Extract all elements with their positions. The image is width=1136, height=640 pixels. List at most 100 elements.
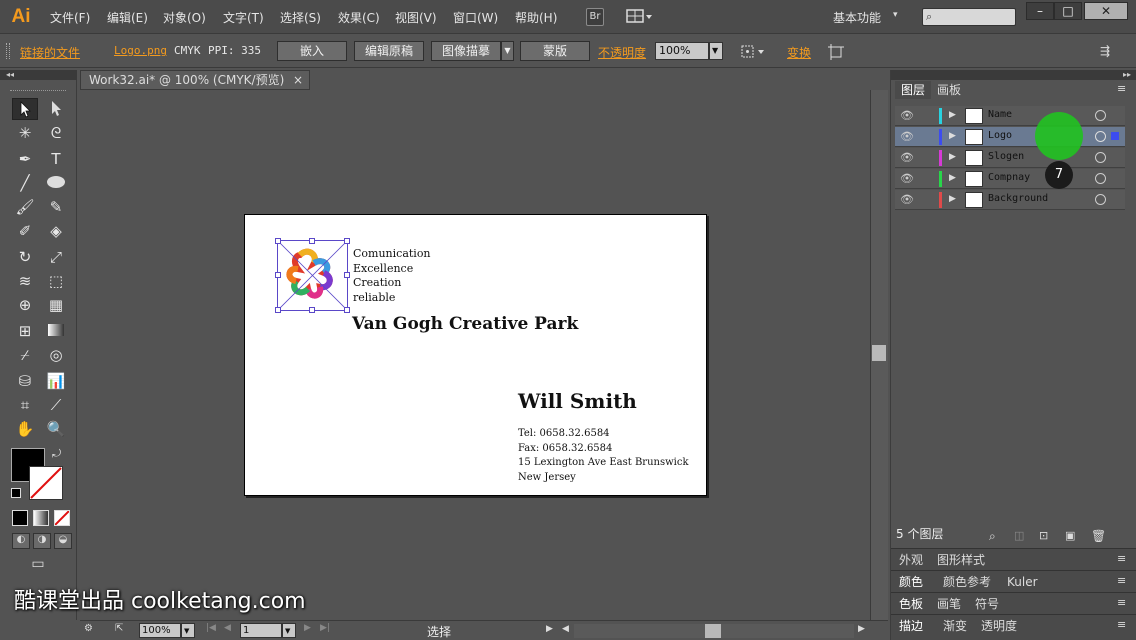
- page-field[interactable]: 1: [240, 623, 282, 638]
- zoom-dropdown[interactable]: ▼: [181, 623, 195, 638]
- contact-block[interactable]: Tel: 0658.32.6584 Fax: 0658.32.6584 15 L…: [518, 427, 689, 485]
- opacity-field[interactable]: 100%: [655, 42, 709, 60]
- tools-collapse-icon[interactable]: ◂◂: [0, 70, 77, 80]
- visibility-eye-icon[interactable]: 👁: [900, 193, 914, 206]
- page-dropdown[interactable]: ▼: [282, 623, 296, 638]
- gpu-icon[interactable]: ⚙: [84, 623, 106, 638]
- ellipse-tool-icon[interactable]: [43, 172, 69, 194]
- lasso-tool-icon[interactable]: ᘓ: [43, 122, 69, 144]
- maximize-button[interactable]: □: [1054, 2, 1082, 20]
- color-menu-icon[interactable]: ≡: [1117, 574, 1126, 587]
- draw-inside-icon[interactable]: ◒: [54, 533, 72, 549]
- last-page-icon[interactable]: ▶|: [320, 623, 330, 633]
- shape-builder-tool-icon[interactable]: ⊕: [12, 294, 38, 316]
- scale-tool-icon[interactable]: ⤢: [43, 246, 69, 268]
- new-sublayer-icon[interactable]: ⊡: [1039, 529, 1048, 542]
- paintbrush-tool-icon[interactable]: 🖌: [12, 196, 38, 218]
- visibility-eye-icon[interactable]: 👁: [900, 130, 914, 143]
- visibility-eye-icon[interactable]: 👁: [900, 172, 914, 185]
- search-input[interactable]: ⌕: [922, 8, 1016, 26]
- zoom-field[interactable]: 100%: [139, 623, 181, 638]
- expand-triangle-icon[interactable]: ▶: [949, 173, 956, 183]
- appearance-menu-icon[interactable]: ≡: [1117, 552, 1126, 565]
- align-grid-icon[interactable]: [740, 44, 766, 60]
- linked-file-link[interactable]: 链接的文件: [20, 44, 80, 61]
- menu-help[interactable]: 帮助(H): [515, 9, 557, 26]
- tab-brushes[interactable]: 画笔: [931, 595, 967, 613]
- tab-graphic-styles[interactable]: 图形样式: [931, 551, 991, 569]
- swatches-menu-icon[interactable]: ≡: [1117, 596, 1126, 609]
- status-menu-icon[interactable]: ▶: [546, 624, 553, 634]
- blend-tool-icon[interactable]: ◎: [43, 344, 69, 366]
- layer-name[interactable]: Background: [988, 193, 1048, 204]
- visibility-eye-icon[interactable]: 👁: [900, 109, 914, 122]
- resize-handle[interactable]: [275, 272, 281, 278]
- image-trace-button[interactable]: 图像描摹: [431, 41, 501, 61]
- make-clipping-mask-icon[interactable]: ◫: [1014, 529, 1024, 542]
- person-name[interactable]: Will Smith: [518, 389, 637, 413]
- layer-row-logo[interactable]: 👁 ▶ Logo: [895, 127, 1125, 147]
- target-circle-icon[interactable]: [1095, 110, 1106, 121]
- stroke-swatch[interactable]: [29, 466, 63, 500]
- layer-row-company[interactable]: 👁 ▶ Compnay: [895, 169, 1125, 189]
- stroke-menu-icon[interactable]: ≡: [1117, 618, 1126, 631]
- layer-row-name[interactable]: 👁 ▶ Name: [895, 106, 1125, 126]
- hscroll-right-icon[interactable]: ▶: [858, 624, 865, 634]
- tab-transparency[interactable]: 透明度: [975, 617, 1023, 635]
- swap-fill-stroke-icon[interactable]: ⤾: [52, 447, 61, 461]
- selection-tool-icon[interactable]: [12, 98, 38, 120]
- gradient-tool-icon[interactable]: [43, 320, 69, 342]
- tab-layers[interactable]: 图层: [895, 81, 932, 99]
- resize-handle[interactable]: [309, 307, 315, 313]
- artboard-tool-icon[interactable]: ⌗: [12, 394, 38, 416]
- resize-handle[interactable]: [309, 238, 315, 244]
- tab-kuler[interactable]: Kuler: [1001, 573, 1044, 591]
- menu-effect[interactable]: 效果(C): [338, 9, 380, 26]
- expand-triangle-icon[interactable]: ▶: [949, 131, 956, 141]
- layer-row-slogen[interactable]: 👁 ▶ Slogen: [895, 148, 1125, 168]
- tab-swatches[interactable]: 色板: [893, 595, 930, 613]
- tab-stroke[interactable]: 描边: [893, 617, 930, 635]
- draw-normal-icon[interactable]: ◐: [12, 533, 30, 549]
- menu-select[interactable]: 选择(S): [280, 9, 321, 26]
- prev-page-icon[interactable]: ◀: [224, 623, 231, 633]
- document-tab[interactable]: Work32.ai* @ 100% (CMYK/预览) ×: [80, 70, 310, 90]
- magic-wand-tool-icon[interactable]: ✳: [12, 122, 38, 144]
- menu-view[interactable]: 视图(V): [395, 9, 437, 26]
- opacity-label[interactable]: 不透明度: [598, 44, 646, 61]
- minimize-button[interactable]: –: [1026, 2, 1054, 20]
- resize-handle[interactable]: [344, 238, 350, 244]
- perspective-grid-tool-icon[interactable]: ▦: [43, 294, 69, 316]
- tab-appearance[interactable]: 外观: [893, 551, 929, 569]
- none-mode-icon[interactable]: [54, 510, 70, 526]
- locate-object-icon[interactable]: ⌕: [989, 529, 996, 544]
- direct-selection-tool-icon[interactable]: [43, 98, 69, 120]
- layer-name[interactable]: Slogen: [988, 151, 1024, 162]
- embed-button[interactable]: 嵌入: [277, 41, 347, 61]
- default-colors-icon[interactable]: [11, 488, 21, 498]
- edit-original-button[interactable]: 编辑原稿: [354, 41, 424, 61]
- blob-brush-tool-icon[interactable]: ✐: [12, 220, 38, 242]
- color-mode-icon[interactable]: [12, 510, 28, 526]
- menu-object[interactable]: 对象(O): [163, 9, 206, 26]
- type-tool-icon[interactable]: T: [43, 148, 69, 170]
- target-circle-icon[interactable]: [1095, 152, 1106, 163]
- width-tool-icon[interactable]: ≋: [12, 270, 38, 292]
- delete-layer-icon[interactable]: 🗑: [1091, 529, 1106, 543]
- tab-symbols[interactable]: 符号: [969, 595, 1005, 613]
- expand-triangle-icon[interactable]: ▶: [949, 110, 956, 120]
- close-button[interactable]: ✕: [1084, 2, 1128, 20]
- menu-file[interactable]: 文件(F): [50, 9, 90, 26]
- expand-triangle-icon[interactable]: ▶: [949, 194, 956, 204]
- visibility-eye-icon[interactable]: 👁: [900, 151, 914, 164]
- share-icon[interactable]: ⇱: [115, 623, 131, 638]
- layer-name[interactable]: Compnay: [988, 172, 1030, 183]
- eraser-tool-icon[interactable]: ◈: [43, 220, 69, 242]
- isolate-icon[interactable]: [828, 44, 844, 60]
- zoom-tool-icon[interactable]: 🔍: [43, 418, 69, 440]
- slice-tool-icon[interactable]: ⟋: [43, 394, 69, 416]
- tab-artboards[interactable]: 画板: [931, 81, 967, 99]
- resize-handle[interactable]: [275, 238, 281, 244]
- close-tab-icon[interactable]: ×: [293, 71, 303, 89]
- menu-edit[interactable]: 编辑(E): [107, 9, 148, 26]
